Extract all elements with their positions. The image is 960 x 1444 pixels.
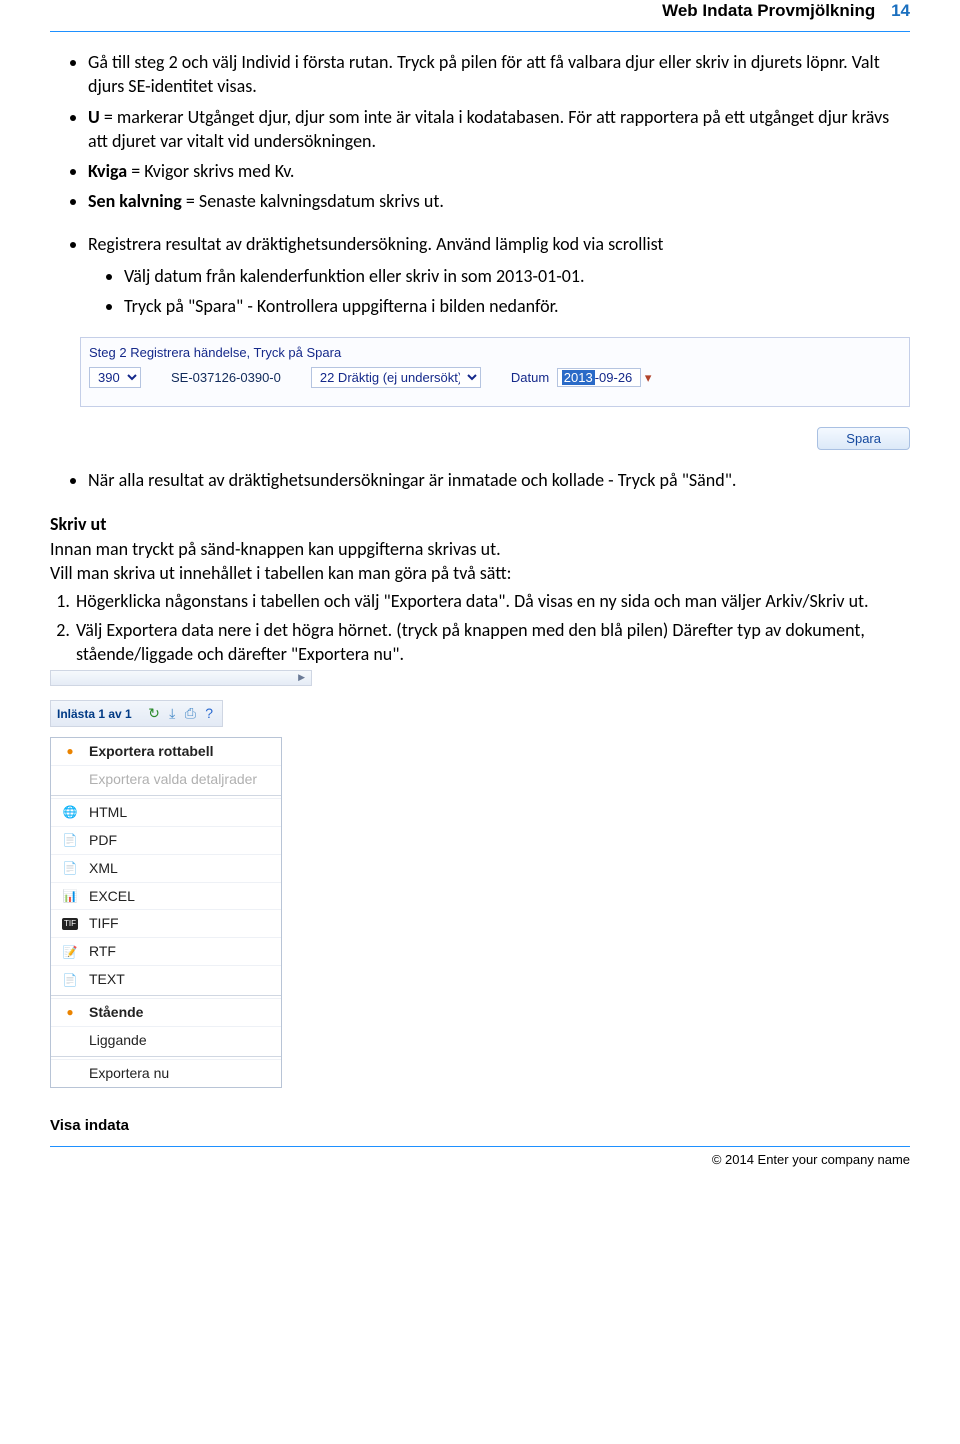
pager-label: Inlästa 1 av 1 [57,707,132,721]
skriv-p1: Innan man tryckt på sänd-knappen kan upp… [50,538,501,560]
export-icon[interactable]: ⤓ [169,705,175,721]
bullet-registrera: Registrera resultat av dräktighetsunders… [88,232,910,319]
skriv-ut-title: Skriv ut [50,513,106,535]
visa-indata-heading: Visa indata [50,1116,910,1136]
menu-excel[interactable]: 📊 EXCEL [51,882,281,910]
menu-xml-label: XML [89,859,118,878]
menu-valda: Exportera valda detaljrader [51,765,281,793]
html-icon: 🌐 [59,804,81,820]
toolbar-topbar [50,670,312,686]
individ-select[interactable]: 390 [89,367,141,388]
menu-rottabell-label: Exportera rottabell [89,742,213,761]
bullet-sand: När alla resultat av dräktighetsundersök… [88,468,910,492]
page-header: Web Indata Provmjölkning 14 [50,0,910,25]
menu-text-label: TEXT [89,970,125,989]
page-number: 14 [880,0,910,23]
tiff-icon: TIF [59,918,81,931]
panel-title: Steg 2 Registrera händelse, Tryck på Spa… [89,344,901,362]
menu-valda-label: Exportera valda detaljrader [89,770,257,789]
date-rest: -09-26 [595,370,633,385]
menu-nu-label: Exportera nu [89,1064,169,1083]
bullet-icon: ● [59,1004,81,1020]
u-bold: U [88,106,100,128]
menu-tiff[interactable]: TIF TIFF [51,909,281,937]
datum-label: Datum [511,370,549,385]
export-menu: ● Exportera rottabell Exportera valda de… [50,737,282,1088]
num-item-2: Välj Exportera data nere i det högra hör… [74,618,910,667]
menu-pdf-label: PDF [89,831,117,850]
header-title: Web Indata Provmjölkning [662,1,875,20]
skriv-ut-section: Skriv ut Innan man tryckt på sänd-knappe… [50,512,910,585]
skriv-p2: Vill man skriva ut innehållet i tabellen… [50,562,512,584]
menu-html-label: HTML [89,803,127,822]
bullet-senkalvning: Sen kalvning = Senaste kalvningsdatum sk… [88,189,910,213]
bullet-u: U = markerar Utgånget djur, djur som int… [88,105,910,154]
refresh-icon[interactable]: ↻ [148,705,160,721]
kod-select[interactable]: 22 Dräktig (ej undersökt) [311,367,481,388]
menu-rottabell[interactable]: ● Exportera rottabell [51,738,281,765]
datum-field[interactable]: Datum 2013-09-26 ▾ [511,369,652,387]
header-rule [50,31,910,32]
menu-liggande-label: Liggande [89,1031,147,1050]
print-icon[interactable]: ⎙ [185,705,196,721]
menu-staende-label: Stående [89,1003,143,1022]
menu-html[interactable]: 🌐 HTML [51,798,281,826]
menu-text[interactable]: 📄 TEXT [51,965,281,993]
bullet-tryck-spara: Tryck på "Spara" - Kontrollera uppgifter… [124,294,910,318]
save-button[interactable]: Spara [817,427,910,450]
kviga-bold: Kviga [88,160,127,182]
date-year: 2013 [562,370,595,385]
excel-icon: 📊 [59,888,81,904]
steg2-panel: Steg 2 Registrera händelse, Tryck på Spa… [80,337,910,408]
text-icon: 📄 [59,972,81,988]
menu-xml[interactable]: 📄 XML [51,854,281,882]
menu-excel-label: EXCEL [89,887,135,906]
se-id: SE-037126-0390-0 [171,369,281,387]
bullet-step2: Gå till steg 2 och välj Individ i första… [88,50,910,99]
menu-liggande[interactable]: Liggande [51,1026,281,1054]
menu-exportera-nu[interactable]: Exportera nu [51,1059,281,1087]
sen-bold: Sen kalvning [88,190,182,212]
menu-rtf[interactable]: 📝 RTF [51,937,281,965]
bullet-valj-datum: Välj datum från kalenderfunktion eller s… [124,264,910,288]
menu-rtf-label: RTF [89,942,116,961]
kviga-text: = Kvigor skrivs med Kv. [127,160,294,182]
pdf-icon: 📄 [59,832,81,848]
pager-toolbar: Inlästa 1 av 1 ↻ ⤓ ⎙ ? [50,700,223,727]
help-icon[interactable]: ? [205,705,213,721]
num-item-1: Högerklicka någonstans i tabellen och vä… [74,589,910,613]
footer-copyright: © 2014 Enter your company name [50,1147,910,1169]
rtf-icon: 📝 [59,944,81,960]
bullet-icon: ● [59,743,81,759]
menu-tiff-label: TIFF [89,914,119,933]
bullet-kviga: Kviga = Kvigor skrivs med Kv. [88,159,910,183]
calendar-icon[interactable]: ▾ [645,370,652,385]
xml-icon: 📄 [59,860,81,876]
registrera-text: Registrera resultat av dräktighetsunders… [88,233,663,255]
menu-pdf[interactable]: 📄 PDF [51,826,281,854]
u-text: = markerar Utgånget djur, djur som inte … [88,106,889,152]
sen-text: = Senaste kalvningsdatum skrivs ut. [182,190,444,212]
menu-staende[interactable]: ● Stående [51,998,281,1026]
